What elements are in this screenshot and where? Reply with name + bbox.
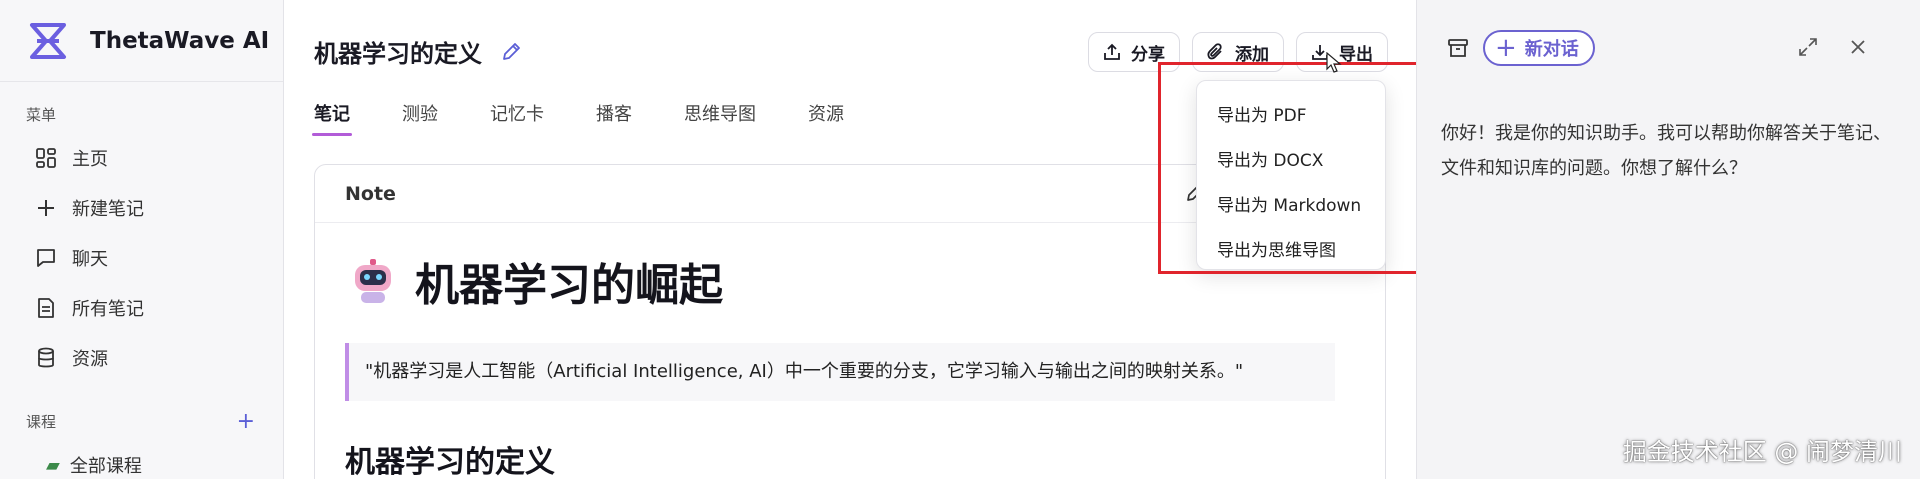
close-icon[interactable] (1847, 36, 1869, 58)
plus-icon (34, 196, 58, 220)
archive-icon[interactable] (1447, 37, 1469, 59)
assistant-header: + 新对话 (1447, 30, 1595, 66)
watermark: 掘金技术社区 @ 闹梦清川 (1622, 438, 1902, 466)
sidebar: ThetaWave AI 菜单 主页 新建笔记 聊天 所有笔记 资源 课程 + (0, 0, 284, 479)
sidebar-item-all-courses[interactable]: ▰ 全部课程 (0, 452, 283, 478)
note-tabs: 笔记 测验 记忆卡 播客 思维导图 资源 (312, 100, 896, 136)
sidebar-item-label: 主页 (72, 149, 108, 170)
sidebar-item-label: 全部课程 (69, 456, 142, 477)
sidebar-item-label: 资源 (72, 349, 108, 370)
robot-icon (355, 259, 391, 303)
export-docx-option[interactable]: 导出为 DOCX (1197, 136, 1385, 181)
note-heading: 机器学习的崛起 (415, 260, 723, 311)
tab-mindmap[interactable]: 思维导图 (684, 100, 756, 136)
add-button[interactable]: 添加 (1192, 32, 1284, 72)
grid-icon (34, 146, 58, 170)
sidebar-item-label: 所有笔记 (72, 299, 144, 320)
sidebar-item-home[interactable]: 主页 (0, 133, 283, 183)
pencil-icon[interactable] (500, 41, 522, 63)
sidebar-item-label: 新建笔记 (72, 199, 144, 220)
paperclip-icon (1207, 43, 1222, 60)
export-button[interactable]: 导出 (1296, 32, 1388, 72)
note-card-header-label: Note (345, 182, 396, 205)
tab-podcast[interactable]: 播客 (596, 100, 632, 136)
note-quote: "机器学习是人工智能（Artificial Intelligence, AI）中… (345, 343, 1335, 401)
tab-notes[interactable]: 笔记 (312, 100, 352, 136)
expand-icon[interactable] (1797, 36, 1819, 58)
thetawave-logo-icon (30, 22, 66, 59)
sidebar-item-resources[interactable]: 资源 (0, 333, 283, 383)
tab-quiz[interactable]: 测验 (402, 100, 438, 136)
share-icon (1104, 43, 1120, 60)
courses-header: 课程 + (0, 409, 283, 434)
new-chat-button[interactable]: + 新对话 (1483, 30, 1595, 66)
document-icon (34, 296, 58, 320)
sidebar-item-all-notes[interactable]: 所有笔记 (0, 283, 283, 333)
note-title-row: 机器学习的定义 (314, 34, 522, 69)
assistant-greeting-message: 你好！我是你的知识助手。我可以帮助你解答关于笔记、文件和知识库的问题。你想了解什… (1441, 123, 1891, 179)
export-markdown-option[interactable]: 导出为 Markdown (1197, 181, 1385, 226)
book-icon: ▰ (46, 454, 60, 476)
menu-section-label: 菜单 (26, 106, 57, 124)
note-toolbar: 分享 添加 导出 (1088, 32, 1388, 72)
chat-bubble-icon (34, 246, 58, 270)
sidebar-item-new-note[interactable]: 新建笔记 (0, 183, 283, 233)
sidebar-item-label: 聊天 (72, 249, 108, 270)
database-icon (34, 346, 58, 370)
sidebar-item-chat[interactable]: 聊天 (0, 233, 283, 283)
plus-icon: + (1495, 33, 1517, 63)
assistant-panel: + 新对话 你好！我是你的知识助手。我可以帮助你解答关于笔记、文件和知识库的问题… (1416, 0, 1920, 479)
courses-section-label: 课程 (26, 413, 57, 431)
add-course-button[interactable]: + (237, 409, 255, 434)
export-dropdown-menu: 导出为 PDF 导出为 DOCX 导出为 Markdown 导出为思维导图 (1196, 80, 1386, 270)
page-title: 机器学习的定义 (314, 40, 482, 68)
brand-name: ThetaWave AI (90, 27, 270, 54)
tab-flashcards[interactable]: 记忆卡 (490, 100, 544, 136)
share-button[interactable]: 分享 (1088, 32, 1180, 72)
tab-resources[interactable]: 资源 (808, 100, 844, 136)
note-subheading: 机器学习的定义 (345, 445, 555, 479)
export-mindmap-option[interactable]: 导出为思维导图 (1197, 226, 1385, 271)
brand[interactable]: ThetaWave AI (0, 0, 283, 82)
mouse-cursor-icon (1326, 52, 1342, 73)
export-pdf-option[interactable]: 导出为 PDF (1197, 91, 1385, 136)
